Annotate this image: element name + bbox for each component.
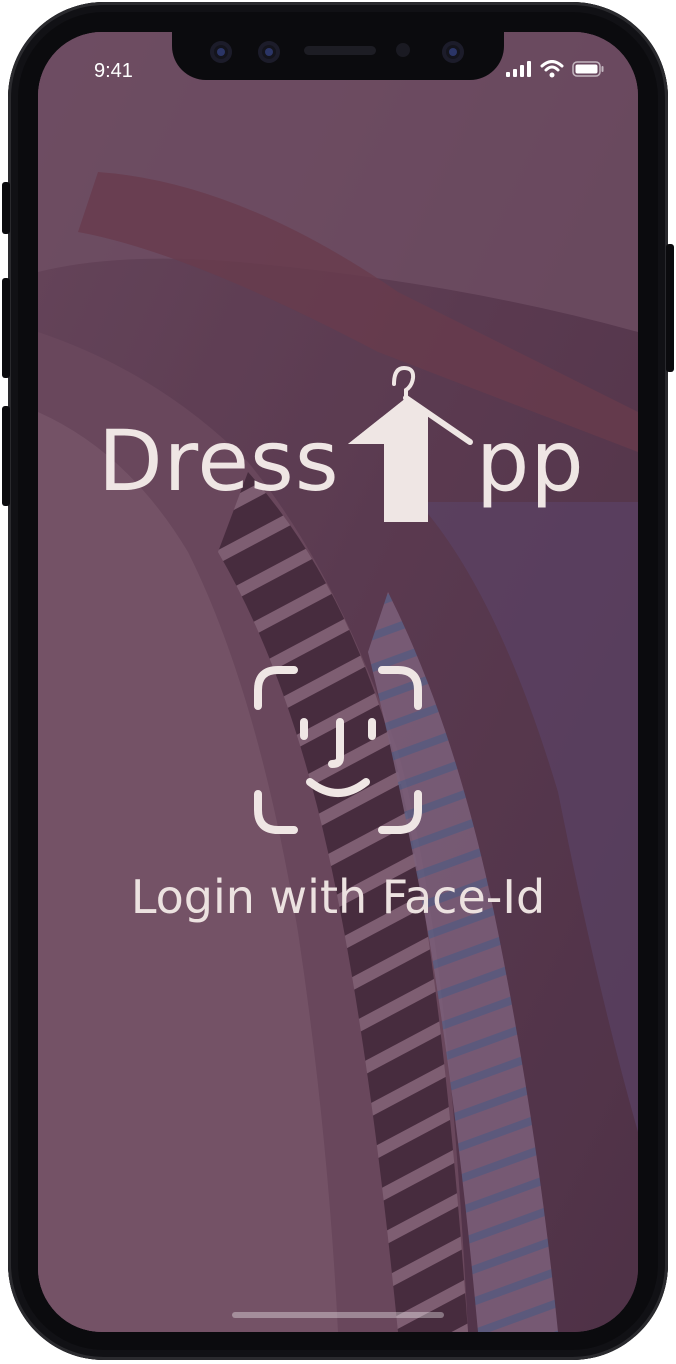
camera-icon [210, 41, 232, 63]
app-logo: Dress pp [98, 362, 584, 530]
logo-text-left: Dress [98, 412, 340, 510]
camera-icon [442, 41, 464, 63]
battery-icon [572, 61, 604, 77]
side-button-volume-down [2, 406, 10, 506]
sensor-dot [396, 43, 410, 57]
speaker-grille [304, 46, 376, 55]
notch [172, 32, 504, 80]
side-button-silent [2, 182, 10, 234]
home-indicator[interactable] [232, 1312, 444, 1318]
side-button-power [666, 244, 674, 372]
screen: 9:41 Dress pp Login with Face-Id [38, 32, 638, 1332]
wifi-icon [540, 60, 564, 78]
side-button-volume-up [2, 278, 10, 378]
status-icons [506, 60, 604, 78]
logo-text-right: pp [476, 412, 585, 510]
camera-icon [258, 41, 280, 63]
login-face-id-label[interactable]: Login with Face-Id [38, 870, 638, 924]
status-time: 9:41 [94, 60, 133, 82]
hanger-arrow-icon [348, 365, 473, 522]
signal-icon [506, 61, 531, 77]
face-id-icon[interactable] [254, 666, 422, 834]
